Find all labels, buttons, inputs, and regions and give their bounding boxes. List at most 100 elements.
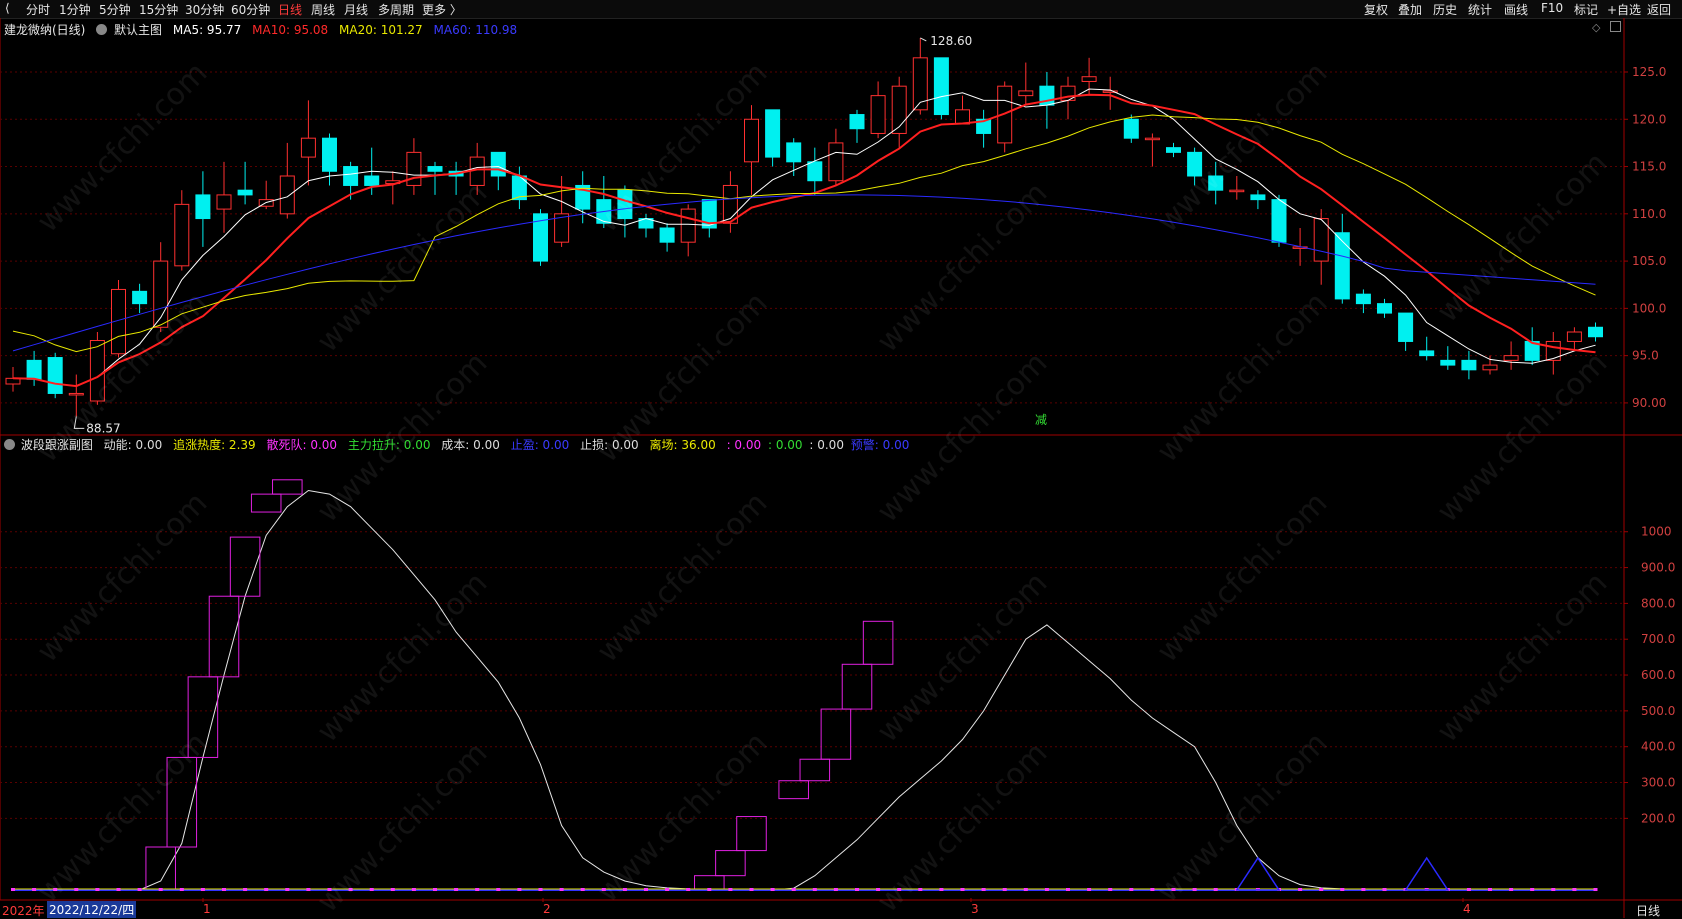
chase-box bbox=[272, 479, 303, 495]
candle-body bbox=[1398, 312, 1414, 342]
ma5-line bbox=[12, 88, 1596, 387]
high-label: 128.60 bbox=[930, 34, 972, 48]
candle-body bbox=[47, 357, 63, 394]
ma20-label: MA20: 101.27 bbox=[339, 23, 423, 37]
candle-body bbox=[849, 114, 865, 130]
tab-more[interactable]: 更多 〉 bbox=[422, 1, 462, 18]
tab-5min[interactable]: 5分钟 bbox=[99, 1, 131, 18]
period-indicator: 日线 bbox=[1636, 904, 1661, 918]
candle-body bbox=[1229, 189, 1245, 193]
candle-body bbox=[807, 161, 823, 182]
ma5-label: MA5: 95.77 bbox=[172, 23, 242, 37]
back-button[interactable]: 返回 bbox=[1647, 1, 1671, 18]
collapse-icon[interactable]: ⟨ bbox=[5, 1, 10, 15]
candle-body bbox=[659, 227, 675, 243]
baseline-dot bbox=[11, 888, 15, 891]
baseline-dot bbox=[601, 888, 606, 891]
baseline-dot bbox=[158, 888, 163, 891]
sub-indicator-name[interactable]: 波段跟涨副图 bbox=[21, 438, 93, 452]
tab-15min[interactable]: 15分钟 bbox=[139, 1, 178, 18]
baseline-dot bbox=[433, 888, 437, 891]
chase-box bbox=[841, 663, 873, 710]
tab-monthly[interactable]: 月线 bbox=[344, 1, 368, 18]
overlay-button[interactable]: 叠加 bbox=[1398, 1, 1422, 18]
y-tick-label: 100.0 bbox=[1632, 301, 1666, 315]
baseline-dot bbox=[1213, 888, 1218, 891]
candle-body bbox=[343, 166, 359, 186]
sub-legend: 波段跟涨副图 动能: 0.00 追涨热度: 2.39 散死队: 0.00 主力拉… bbox=[4, 436, 916, 453]
price-axis: 125.0 120.0 115.0 110.0 105.0 100.0 95.0 90.00 1… bbox=[202, 65, 1675, 902]
warning-triangle bbox=[1235, 856, 1281, 891]
chase-box bbox=[694, 875, 725, 891]
candle-body bbox=[1187, 151, 1203, 177]
month-tick-2: 2 bbox=[543, 902, 551, 916]
candle-body bbox=[1208, 175, 1224, 191]
sub-item-3: 主力拉升: 0.00 bbox=[347, 438, 431, 452]
baseline-dot bbox=[580, 888, 585, 891]
add-watchlist-button[interactable]: +自选 bbox=[1607, 1, 1641, 18]
tab-60min[interactable]: 60分钟 bbox=[231, 1, 270, 18]
tab-daily[interactable]: 日线 bbox=[278, 1, 302, 18]
candle-body bbox=[955, 109, 970, 125]
tab-multi-period[interactable]: 多周期 bbox=[378, 1, 414, 18]
sub-y-tick-label: 800.0 bbox=[1641, 596, 1675, 610]
baseline-dot bbox=[559, 888, 564, 891]
indicator-name[interactable]: 默认主图 bbox=[114, 23, 162, 37]
mark-button[interactable]: 标记 bbox=[1574, 1, 1598, 18]
f10-button[interactable]: F10 bbox=[1541, 1, 1563, 15]
draw-button[interactable]: 画线 bbox=[1504, 1, 1528, 18]
baseline-dot bbox=[454, 888, 459, 891]
candle-body bbox=[933, 57, 949, 116]
tab-1min[interactable]: 1分钟 bbox=[59, 1, 91, 18]
tab-fenshi[interactable]: 分时 bbox=[26, 1, 50, 18]
chase-box bbox=[778, 780, 809, 800]
diamond-icon[interactable]: ◇ bbox=[1592, 21, 1600, 34]
y-tick-label: 120.0 bbox=[1632, 112, 1666, 126]
year-prefix: 2022年 bbox=[2, 904, 45, 918]
baseline-dot bbox=[390, 888, 395, 891]
candle-body bbox=[1461, 359, 1477, 371]
chase-box bbox=[820, 708, 852, 760]
stats-button[interactable]: 统计 bbox=[1468, 1, 1492, 18]
tab-30min[interactable]: 30分钟 bbox=[185, 1, 224, 18]
fuquan-button[interactable]: 复权 bbox=[1364, 1, 1388, 18]
candle-body bbox=[68, 392, 84, 396]
period-toolbar: ⟨ 分时 1分钟 5分钟 15分钟 30分钟 60分钟 日线 周线 月线 多周期… bbox=[0, 0, 1682, 19]
baseline-dot bbox=[137, 888, 142, 891]
baseline-dot bbox=[1466, 888, 1471, 891]
baseline-dot bbox=[222, 888, 226, 891]
y-tick-label: 115.0 bbox=[1632, 160, 1666, 174]
kline-chart[interactable]: 128.60 88.57 减 125.0 120.0 115.0 110.0 105.0 10… bbox=[0, 18, 1682, 918]
candle-body bbox=[828, 142, 844, 182]
baseline-dot bbox=[644, 888, 648, 891]
maximize-icon[interactable] bbox=[1610, 21, 1621, 32]
momentum-line bbox=[13, 489, 1596, 891]
candle-body bbox=[279, 175, 295, 215]
candles bbox=[5, 37, 1603, 417]
sub-indicator bbox=[11, 479, 1598, 891]
sub-y-tick-label: 400.0 bbox=[1641, 740, 1675, 754]
baseline-dot bbox=[897, 888, 902, 891]
sub-item-4: 成本: 0.00 bbox=[441, 438, 500, 452]
candle-body bbox=[870, 95, 886, 134]
candle-body bbox=[300, 137, 316, 158]
candle-body bbox=[1334, 232, 1350, 300]
baseline-dot bbox=[749, 888, 754, 891]
candle-body bbox=[744, 118, 759, 163]
sub-y-tick-label: 600.0 bbox=[1641, 668, 1675, 682]
tab-weekly[interactable]: 周线 bbox=[311, 1, 335, 18]
chase-box bbox=[862, 620, 894, 665]
baseline-dot bbox=[1066, 888, 1070, 891]
baseline-dot bbox=[306, 888, 311, 891]
ma10-label: MA10: 95.08 bbox=[252, 23, 329, 37]
sub-item-10: : 0.00 bbox=[809, 438, 844, 452]
baseline-dot bbox=[1488, 888, 1492, 891]
month-tick-3: 3 bbox=[971, 902, 979, 916]
indicator-settings-icon[interactable] bbox=[96, 24, 108, 35]
baseline-dot bbox=[517, 888, 522, 891]
sub-settings-icon[interactable] bbox=[4, 439, 15, 450]
history-button[interactable]: 历史 bbox=[1433, 1, 1457, 18]
candle-body bbox=[1419, 350, 1435, 357]
y-tick-label: 90.00 bbox=[1632, 396, 1666, 410]
baseline-dot bbox=[95, 888, 100, 891]
